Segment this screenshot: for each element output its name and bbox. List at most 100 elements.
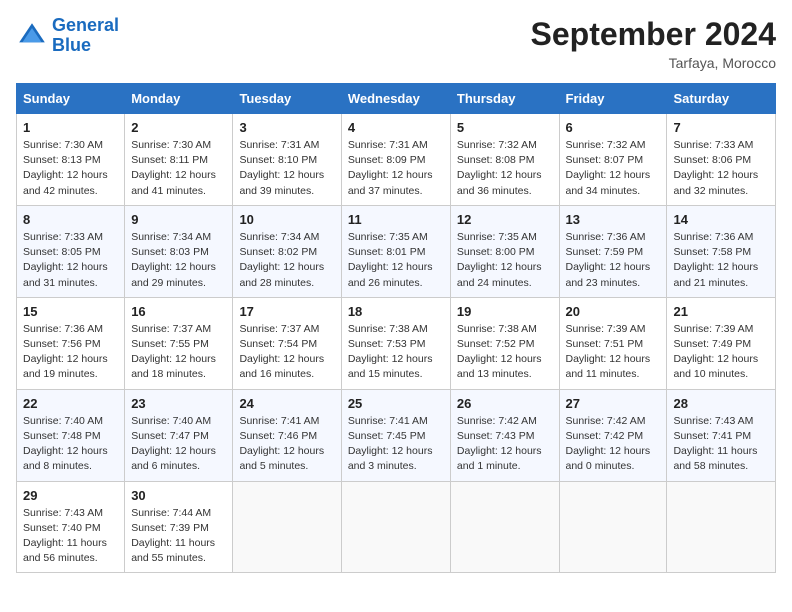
table-row: 1 Sunrise: 7:30 AM Sunset: 8:13 PM Dayli… [17,114,125,206]
table-row [559,481,667,573]
table-row [450,481,559,573]
table-row: 5 Sunrise: 7:32 AM Sunset: 8:08 PM Dayli… [450,114,559,206]
col-saturday: Saturday [667,84,776,114]
table-row: 4 Sunrise: 7:31 AM Sunset: 8:09 PM Dayli… [341,114,450,206]
day-info: Sunrise: 7:34 AM Sunset: 8:02 PM Dayligh… [239,230,334,291]
day-info: Sunrise: 7:36 AM Sunset: 7:59 PM Dayligh… [566,230,661,291]
table-row [341,481,450,573]
day-info: Sunrise: 7:31 AM Sunset: 8:09 PM Dayligh… [348,138,444,199]
day-info: Sunrise: 7:33 AM Sunset: 8:05 PM Dayligh… [23,230,118,291]
day-info: Sunrise: 7:36 AM Sunset: 7:56 PM Dayligh… [23,322,118,383]
day-number: 27 [566,396,661,411]
day-info: Sunrise: 7:37 AM Sunset: 7:54 PM Dayligh… [239,322,334,383]
col-sunday: Sunday [17,84,125,114]
day-number: 21 [673,304,769,319]
day-number: 23 [131,396,226,411]
table-row: 30 Sunrise: 7:44 AM Sunset: 7:39 PM Dayl… [125,481,233,573]
table-row: 8 Sunrise: 7:33 AM Sunset: 8:05 PM Dayli… [17,205,125,297]
table-row [233,481,341,573]
day-number: 7 [673,120,769,135]
logo: General Blue [16,16,119,56]
col-tuesday: Tuesday [233,84,341,114]
table-row: 13 Sunrise: 7:36 AM Sunset: 7:59 PM Dayl… [559,205,667,297]
day-number: 16 [131,304,226,319]
day-number: 13 [566,212,661,227]
day-number: 29 [23,488,118,503]
location: Tarfaya, Morocco [531,55,776,71]
page-header: General Blue September 2024 Tarfaya, Mor… [16,16,776,71]
day-number: 6 [566,120,661,135]
table-row: 7 Sunrise: 7:33 AM Sunset: 8:06 PM Dayli… [667,114,776,206]
table-row: 24 Sunrise: 7:41 AM Sunset: 7:46 PM Dayl… [233,389,341,481]
day-info: Sunrise: 7:39 AM Sunset: 7:49 PM Dayligh… [673,322,769,383]
table-row: 11 Sunrise: 7:35 AM Sunset: 8:01 PM Dayl… [341,205,450,297]
day-info: Sunrise: 7:34 AM Sunset: 8:03 PM Dayligh… [131,230,226,291]
calendar-header-row: Sunday Monday Tuesday Wednesday Thursday… [17,84,776,114]
calendar-week-row: 15 Sunrise: 7:36 AM Sunset: 7:56 PM Dayl… [17,297,776,389]
day-number: 30 [131,488,226,503]
day-number: 24 [239,396,334,411]
day-info: Sunrise: 7:30 AM Sunset: 8:13 PM Dayligh… [23,138,118,199]
col-friday: Friday [559,84,667,114]
table-row: 21 Sunrise: 7:39 AM Sunset: 7:49 PM Dayl… [667,297,776,389]
logo-icon [16,20,48,52]
table-row: 6 Sunrise: 7:32 AM Sunset: 8:07 PM Dayli… [559,114,667,206]
day-info: Sunrise: 7:39 AM Sunset: 7:51 PM Dayligh… [566,322,661,383]
table-row: 22 Sunrise: 7:40 AM Sunset: 7:48 PM Dayl… [17,389,125,481]
table-row: 12 Sunrise: 7:35 AM Sunset: 8:00 PM Dayl… [450,205,559,297]
table-row: 27 Sunrise: 7:42 AM Sunset: 7:42 PM Dayl… [559,389,667,481]
day-info: Sunrise: 7:40 AM Sunset: 7:48 PM Dayligh… [23,414,118,475]
day-info: Sunrise: 7:41 AM Sunset: 7:45 PM Dayligh… [348,414,444,475]
day-number: 2 [131,120,226,135]
table-row: 2 Sunrise: 7:30 AM Sunset: 8:11 PM Dayli… [125,114,233,206]
table-row: 15 Sunrise: 7:36 AM Sunset: 7:56 PM Dayl… [17,297,125,389]
day-info: Sunrise: 7:43 AM Sunset: 7:41 PM Dayligh… [673,414,769,475]
calendar-table: Sunday Monday Tuesday Wednesday Thursday… [16,83,776,573]
day-number: 25 [348,396,444,411]
month-title: September 2024 [531,16,776,53]
day-number: 20 [566,304,661,319]
table-row: 3 Sunrise: 7:31 AM Sunset: 8:10 PM Dayli… [233,114,341,206]
day-info: Sunrise: 7:31 AM Sunset: 8:10 PM Dayligh… [239,138,334,199]
day-info: Sunrise: 7:32 AM Sunset: 8:08 PM Dayligh… [457,138,553,199]
day-number: 14 [673,212,769,227]
day-info: Sunrise: 7:38 AM Sunset: 7:52 PM Dayligh… [457,322,553,383]
day-info: Sunrise: 7:40 AM Sunset: 7:47 PM Dayligh… [131,414,226,475]
table-row: 9 Sunrise: 7:34 AM Sunset: 8:03 PM Dayli… [125,205,233,297]
day-info: Sunrise: 7:38 AM Sunset: 7:53 PM Dayligh… [348,322,444,383]
table-row: 29 Sunrise: 7:43 AM Sunset: 7:40 PM Dayl… [17,481,125,573]
day-number: 1 [23,120,118,135]
day-number: 10 [239,212,334,227]
day-info: Sunrise: 7:35 AM Sunset: 8:00 PM Dayligh… [457,230,553,291]
day-number: 17 [239,304,334,319]
day-number: 19 [457,304,553,319]
day-info: Sunrise: 7:36 AM Sunset: 7:58 PM Dayligh… [673,230,769,291]
table-row: 25 Sunrise: 7:41 AM Sunset: 7:45 PM Dayl… [341,389,450,481]
calendar-week-row: 8 Sunrise: 7:33 AM Sunset: 8:05 PM Dayli… [17,205,776,297]
day-info: Sunrise: 7:35 AM Sunset: 8:01 PM Dayligh… [348,230,444,291]
day-number: 4 [348,120,444,135]
table-row: 14 Sunrise: 7:36 AM Sunset: 7:58 PM Dayl… [667,205,776,297]
calendar-week-row: 22 Sunrise: 7:40 AM Sunset: 7:48 PM Dayl… [17,389,776,481]
table-row: 26 Sunrise: 7:42 AM Sunset: 7:43 PM Dayl… [450,389,559,481]
table-row: 20 Sunrise: 7:39 AM Sunset: 7:51 PM Dayl… [559,297,667,389]
day-number: 11 [348,212,444,227]
logo-text: General Blue [52,16,119,56]
day-number: 9 [131,212,226,227]
table-row: 19 Sunrise: 7:38 AM Sunset: 7:52 PM Dayl… [450,297,559,389]
day-info: Sunrise: 7:41 AM Sunset: 7:46 PM Dayligh… [239,414,334,475]
col-thursday: Thursday [450,84,559,114]
col-wednesday: Wednesday [341,84,450,114]
day-number: 26 [457,396,553,411]
day-info: Sunrise: 7:42 AM Sunset: 7:43 PM Dayligh… [457,414,553,475]
day-info: Sunrise: 7:32 AM Sunset: 8:07 PM Dayligh… [566,138,661,199]
day-info: Sunrise: 7:37 AM Sunset: 7:55 PM Dayligh… [131,322,226,383]
table-row: 23 Sunrise: 7:40 AM Sunset: 7:47 PM Dayl… [125,389,233,481]
title-block: September 2024 Tarfaya, Morocco [531,16,776,71]
table-row [667,481,776,573]
day-number: 22 [23,396,118,411]
day-info: Sunrise: 7:42 AM Sunset: 7:42 PM Dayligh… [566,414,661,475]
day-number: 8 [23,212,118,227]
day-number: 15 [23,304,118,319]
table-row: 16 Sunrise: 7:37 AM Sunset: 7:55 PM Dayl… [125,297,233,389]
